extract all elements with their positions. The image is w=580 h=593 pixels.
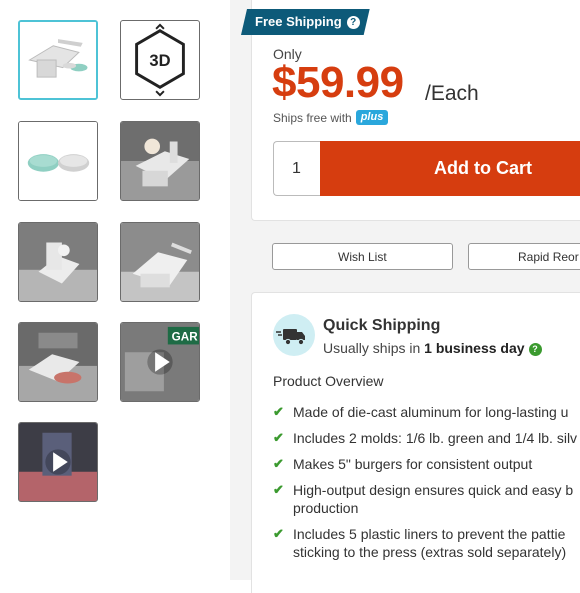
- thumb-press-kitchen[interactable]: [18, 222, 98, 302]
- press-side-image: [121, 223, 199, 301]
- wish-list-button[interactable]: Wish List: [272, 243, 453, 270]
- overview-bullet-text: Includes 2 molds: 1/6 lb. green and 1/4 …: [293, 430, 578, 446]
- 3d-view-icon: 3D: [135, 23, 185, 97]
- plus-badge[interactable]: plus: [355, 110, 389, 125]
- overview-bullet-text: Includes 5 plastic liners to prevent the…: [293, 526, 566, 542]
- ships-free-line: Ships free with plus: [273, 110, 389, 125]
- thumb-press-in-use[interactable]: [120, 121, 200, 201]
- product-image: [20, 22, 96, 98]
- free-shipping-label: Free Shipping: [255, 14, 342, 29]
- thumb-press-patty[interactable]: [18, 322, 98, 402]
- question-icon[interactable]: ?: [528, 342, 542, 356]
- check-icon: ✔: [273, 456, 284, 471]
- quantity-input[interactable]: 1: [273, 141, 320, 196]
- molds-image: [19, 122, 97, 200]
- thumbnail-gallery: 3D GAR: [0, 0, 230, 580]
- ships-free-text: Ships free with: [273, 110, 352, 125]
- product-overview-heading: Product Overview: [273, 373, 384, 389]
- question-icon[interactable]: ?: [347, 16, 360, 29]
- overview-bullet-text: Made of die-cast aluminum for long-lasti…: [293, 404, 569, 420]
- overview-bullet-text: sticking to the press (extras sold separ…: [293, 544, 567, 560]
- check-icon: ✔: [273, 404, 284, 419]
- price-unit: /Each: [425, 82, 479, 105]
- video-thumbnail: [19, 423, 97, 501]
- press-patty-image: [19, 323, 97, 401]
- truck-icon: [273, 314, 315, 356]
- thumb-press-side[interactable]: [120, 222, 200, 302]
- quick-shipping-days: 1 business day: [424, 340, 525, 356]
- thumb-video-1[interactable]: GAR: [120, 322, 200, 402]
- overview-bullet-text: production: [293, 500, 359, 516]
- quick-shipping-prefix: Usually ships in: [323, 340, 421, 356]
- check-icon: ✔: [273, 482, 284, 497]
- press-kitchen-image: [19, 223, 97, 301]
- video-thumbnail: GAR: [121, 323, 199, 401]
- rapid-reorder-button[interactable]: Rapid Reor: [468, 243, 580, 270]
- thumb-molds[interactable]: [18, 121, 98, 201]
- price-amount: $59.99: [272, 58, 404, 107]
- overview-bullet-text: High-output design ensures quick and eas…: [293, 482, 574, 498]
- quick-shipping-subtitle: Usually ships in 1 business day?: [323, 340, 542, 356]
- free-shipping-badge[interactable]: Free Shipping ?: [241, 9, 370, 35]
- 3d-label: 3D: [149, 51, 170, 70]
- add-to-cart-button[interactable]: Add to Cart: [320, 141, 580, 196]
- check-icon: ✔: [273, 430, 284, 445]
- thumb-product-press[interactable]: [18, 20, 98, 100]
- video-caption: GAR: [172, 331, 199, 344]
- thumb-video-2[interactable]: [18, 422, 98, 502]
- press-in-use-image: [121, 122, 199, 200]
- check-icon: ✔: [273, 526, 284, 541]
- thumb-3d-view[interactable]: 3D: [120, 20, 200, 100]
- quick-shipping-title: Quick Shipping: [323, 317, 441, 334]
- overview-bullet-text: Makes 5" burgers for consistent output: [293, 456, 533, 472]
